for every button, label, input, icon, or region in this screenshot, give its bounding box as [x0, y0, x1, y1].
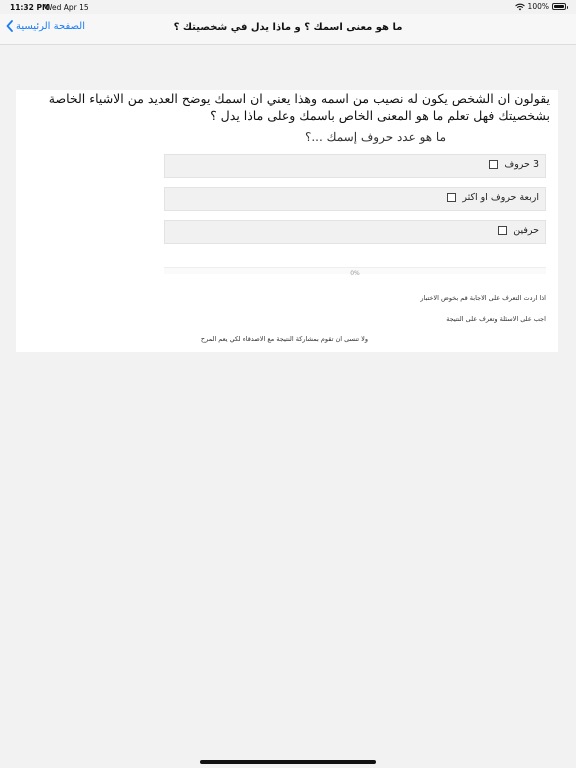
checkbox-icon[interactable]: [489, 160, 499, 169]
answer-option-3[interactable]: حرفين: [164, 220, 546, 244]
home-indicator[interactable]: [200, 760, 376, 764]
page-title: ما هو معنى اسمك ؟ و ماذا يدل في شخصيتك ؟: [173, 22, 403, 33]
quiz-card: يقولون ان الشخص يكون له نصيب من اسمه وهذ…: [16, 90, 558, 352]
option-label: حرفين: [513, 225, 539, 236]
status-date: Wed Apr 15: [45, 3, 89, 12]
answer-option-content: اربعة حروف او اكثر: [447, 192, 539, 203]
answer-option-content: 3 حروف: [489, 159, 539, 170]
checkbox-icon[interactable]: [498, 226, 508, 235]
question-title: ما هو عدد حروف إسمك ...؟: [304, 130, 446, 144]
note-2: اجب على الاسئلة وتعرف على النتيجة: [446, 315, 546, 323]
app-window: 11:32 PM Wed Apr 15 100% الصفحة الرئيسية…: [0, 0, 576, 768]
navigation-bar: الصفحة الرئيسية ما هو معنى اسمك ؟ و ماذا…: [0, 14, 576, 45]
option-label: اربعة حروف او اكثر: [462, 192, 539, 203]
option-label: 3 حروف: [504, 159, 539, 170]
status-right-group: 100%: [514, 2, 568, 11]
wifi-icon: [514, 3, 525, 10]
note-3: ولا تنسى ان تقوم بمشاركة النتيجة مع الاص…: [200, 335, 368, 343]
answer-option-2[interactable]: اربعة حروف او اكثر: [164, 187, 546, 211]
answer-option-content: حرفين: [498, 225, 539, 236]
note-1: اذا اردت التعرف على الاجابة قم بخوض الاخ…: [420, 294, 546, 302]
status-time: 11:32 PM: [10, 3, 50, 12]
status-bar: 11:32 PM Wed Apr 15 100%: [0, 0, 576, 14]
answer-option-1[interactable]: 3 حروف: [164, 154, 546, 178]
battery-percent: 100%: [527, 2, 549, 11]
battery-icon: [552, 3, 568, 10]
battery-level: [554, 5, 564, 8]
progress-label: 0%: [350, 270, 360, 277]
checkbox-icon[interactable]: [447, 193, 457, 202]
intro-text: يقولون ان الشخص يكون له نصيب من اسمه وهذ…: [48, 91, 550, 123]
